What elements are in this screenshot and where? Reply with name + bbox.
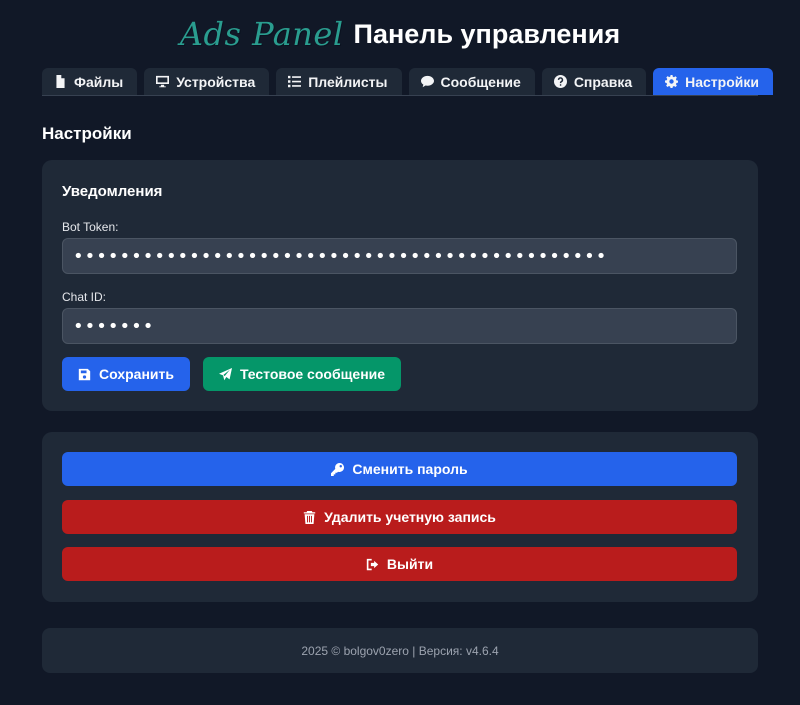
logout-button[interactable]: Выйти [62,547,737,581]
sign-out-icon [366,558,379,570]
app-logo: Ads Panel [179,15,344,53]
test-message-button-label: Тестовое сообщение [239,366,386,382]
app-title: Панель управления [353,18,621,49]
change-password-label: Сменить пароль [352,461,468,477]
footer-text: 2025 © bolgov0zero | Версия: v4.6.4 [301,643,499,658]
tab-devices[interactable]: Устройства [144,68,270,95]
save-button-label: Сохранить [99,366,174,382]
bot-token-input[interactable] [62,238,737,274]
tab-message[interactable]: Сообщение [408,68,535,95]
tab-help[interactable]: Справка [541,68,647,95]
monitor-icon [156,75,170,88]
floppy-icon [78,368,91,380]
tab-message-label: Сообщение [440,73,521,90]
trash-icon [303,510,316,524]
gear-icon [665,75,679,88]
file-icon [56,75,65,88]
app-header: Ads Panel Панель управления [0,14,800,54]
tab-files[interactable]: Файлы [42,68,138,95]
bot-token-label: Bot Token: [62,220,119,234]
tab-bar: Файлы Устройства Плейлисты Сообщение Спр… [42,68,773,96]
change-password-button[interactable]: Сменить пароль [62,452,737,486]
comment-icon [420,75,434,88]
tab-devices-label: Устройства [176,73,256,90]
logout-label: Выйти [386,556,434,572]
account-card: Сменить пароль Удалить учетную запись Вы… [42,432,758,602]
notifications-title: Уведомления [62,183,163,200]
key-icon [331,462,345,476]
footer: 2025 © bolgov0zero | Версия: v4.6.4 [42,628,758,673]
tab-settings-label: Настройки [685,73,759,90]
page-title: Настройки [42,124,132,143]
paper-plane-icon [218,367,232,380]
test-message-button[interactable]: Тестовое сообщение [203,357,401,391]
chat-id-label: Chat ID: [62,290,107,304]
tab-settings[interactable]: Настройки [653,68,773,95]
save-button[interactable]: Сохранить [62,357,190,391]
tab-playlists-label: Плейлисты [308,73,388,90]
notifications-card: Уведомления Bot Token: Chat ID: Сохранит… [42,160,758,411]
tab-files-label: Файлы [74,73,124,90]
tab-playlists[interactable]: Плейлисты [276,68,402,95]
question-icon [553,75,567,88]
tab-help-label: Справка [573,73,633,90]
list-icon [288,75,302,88]
delete-account-label: Удалить учетную запись [324,509,496,525]
delete-account-button[interactable]: Удалить учетную запись [62,500,737,534]
chat-id-input[interactable] [62,308,737,344]
